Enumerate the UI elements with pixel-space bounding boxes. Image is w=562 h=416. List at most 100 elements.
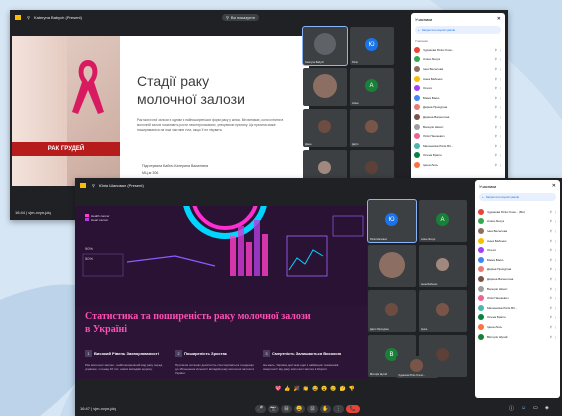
participant-row[interactable]: Анна Бабенко ⚲ ⋮ [411, 74, 505, 84]
reaction-emoji[interactable]: 🤔 [340, 386, 346, 394]
more-options-icon[interactable]: ⋮ [499, 153, 502, 157]
more-options-icon[interactable]: ⋮ [499, 77, 502, 81]
participant-tile[interactable] [368, 245, 416, 287]
tile-avatar [318, 161, 331, 174]
participant-row[interactable]: Олена Брагін ⚲ ⋮ [475, 313, 560, 323]
more-options-icon[interactable]: ⋮ [499, 144, 502, 148]
camera-button[interactable]: 📷 [268, 405, 279, 413]
participant-row[interactable]: Чудакова Юлія Олек... (Ви) ⚲ ⋮ [475, 207, 560, 217]
more-options-icon[interactable]: ⋮ [499, 96, 502, 100]
more-options-icon[interactable]: ⋮ [554, 296, 557, 300]
participant-row[interactable]: Біжна Біжко ⚲ ⋮ [411, 93, 505, 103]
more-options-icon[interactable]: ⋮ [554, 258, 557, 262]
chat-icon[interactable]: ▭ [533, 405, 538, 411]
pin-icon[interactable]: ⚲ [27, 15, 30, 20]
self-view-tile[interactable]: Чудакова Юлія Олекс... [396, 356, 438, 378]
participant-tile[interactable] [303, 68, 347, 106]
participant-row[interactable]: Даріна Прокурінa ⚲ ⋮ [411, 103, 505, 113]
participant-row[interactable]: Ірина Лесь ⚲ ⋮ [411, 160, 505, 170]
participant-row[interactable]: Валерія Шокот ⚲ ⋮ [475, 284, 560, 294]
reaction-emoji[interactable]: 😮 [321, 386, 327, 394]
more-options-icon[interactable]: ⋮ [554, 229, 557, 233]
participant-tile[interactable]: Дар'я [350, 109, 394, 147]
participant-row[interactable]: Дарина Валентина ⚲ ⋮ [475, 274, 560, 284]
mic-icon: ⚲ [494, 86, 497, 91]
present-chip[interactable]: ⚲ Ви показуєте [221, 13, 260, 21]
captions-button[interactable]: ⊟ [281, 405, 292, 413]
tile-avatar [436, 258, 449, 271]
reaction-emoji[interactable]: 🎉 [293, 386, 299, 394]
add-people-button[interactable]: + Запросити користувачів [415, 26, 501, 34]
participant-row[interactable]: Аліна Зінчук ⚲ ⋮ [411, 55, 505, 65]
participant-row[interactable]: Ірина Лесь ⚲ ⋮ [475, 322, 560, 332]
more-options-icon[interactable]: ⋮ [554, 325, 557, 329]
mic-button[interactable]: 🎤 [255, 405, 266, 413]
more-options-icon[interactable]: ⋮ [499, 125, 502, 129]
participant-row[interactable]: Валерія Шокот ⚲ ⋮ [411, 122, 505, 132]
participant-tile[interactable]: Дар'я Прокурінa [368, 290, 416, 332]
participant-tile[interactable]: А Аліна [350, 68, 394, 106]
participant-row[interactable]: Аліна Зінчук ⚲ ⋮ [475, 217, 560, 227]
reaction-emoji[interactable]: 👏 [303, 386, 309, 394]
more-options-icon[interactable]: ⋮ [554, 287, 557, 291]
participant-tile[interactable]: Анна Бабенко [419, 245, 467, 287]
more-options-icon[interactable]: ⋮ [499, 86, 502, 90]
participant-tile[interactable]: Ю Юлія Шаповал [367, 199, 417, 243]
reaction-emoji[interactable]: 👎 [349, 386, 355, 394]
more-options-icon[interactable]: ⋮ [499, 67, 502, 71]
participant-row[interactable]: Олеся ⚲ ⋮ [475, 245, 560, 255]
mic-icon: ⚲ [494, 76, 497, 81]
emoji-button[interactable]: 😀 [294, 405, 305, 413]
more-options-icon[interactable]: ⋮ [499, 48, 502, 52]
info-icon[interactable]: ⓘ [509, 405, 514, 412]
participant-tile[interactable]: А Аліна Зінчук [419, 200, 467, 242]
people-icon[interactable]: ☺ [521, 405, 526, 411]
reaction-emoji[interactable]: 💖 [275, 386, 281, 394]
leave-call-button[interactable]: 📞 [346, 405, 360, 413]
more-options-icon[interactable]: ⋮ [499, 115, 502, 119]
reaction-emoji[interactable]: 😢 [330, 386, 336, 394]
participant-row[interactable]: Даріна Прокурінa ⚲ ⋮ [475, 265, 560, 275]
participant-tile[interactable]: Ю Юлія [350, 27, 394, 65]
add-people-button[interactable]: + Запросити користувачів [479, 193, 556, 201]
more-options-icon[interactable]: ⋮ [499, 57, 502, 61]
more-options-icon[interactable]: ⋮ [554, 239, 557, 243]
participant-tile[interactable]: Діана [303, 109, 347, 147]
more-options-icon[interactable]: ⋮ [554, 335, 557, 339]
more-options-button[interactable]: ⋮ [333, 405, 344, 413]
more-options-icon[interactable]: ⋮ [554, 219, 557, 223]
participant-row[interactable]: Олеся ⚲ ⋮ [411, 83, 505, 93]
reaction-emoji[interactable]: 😂 [312, 386, 318, 394]
pin-icon[interactable]: ⚲ [92, 183, 95, 188]
participant-row[interactable]: Лілія Пашкевич ⚲ ⋮ [475, 293, 560, 303]
activities-icon[interactable]: ◈ [545, 405, 549, 411]
more-options-icon[interactable]: ⋮ [554, 248, 557, 252]
participant-tile[interactable]: Ірина [419, 290, 467, 332]
participant-row[interactable]: Дарина Валентина ⚲ ⋮ [411, 112, 505, 122]
participant-row[interactable]: Вікторія Шугай ⚲ ⋮ [475, 332, 560, 342]
more-options-icon[interactable]: ⋮ [554, 315, 557, 319]
participant-row[interactable]: Чудакова Юлія Олек... ⚲ ⋮ [411, 45, 505, 55]
participant-avatar [478, 247, 484, 254]
more-options-icon[interactable]: ⋮ [499, 134, 502, 138]
more-options-icon[interactable]: ⋮ [554, 306, 557, 310]
more-options-icon[interactable]: ⋮ [499, 105, 502, 109]
participant-row[interactable]: Інна Веселова ⚲ ⋮ [475, 226, 560, 236]
raise-hand-button[interactable]: ✋ [320, 405, 331, 413]
participant-row[interactable]: Олена Брагін ⚲ ⋮ [411, 151, 505, 161]
close-icon[interactable]: ✕ [497, 16, 501, 22]
participant-row[interactable]: Анна Бабенко ⚲ ⋮ [475, 236, 560, 246]
participant-row[interactable]: Інна Веселова ⚲ ⋮ [411, 64, 505, 74]
present-button[interactable]: ⊡ [307, 405, 318, 413]
participant-tile[interactable]: Kateryna Babych [302, 26, 348, 66]
participant-row[interactable]: Біжна Біжко ⚲ ⋮ [475, 255, 560, 265]
more-options-icon[interactable]: ⋮ [554, 267, 557, 271]
more-options-icon[interactable]: ⋮ [499, 163, 502, 167]
participant-row[interactable]: Лілія Пашкевич ⚲ ⋮ [411, 131, 505, 141]
close-icon[interactable]: ✕ [552, 183, 556, 189]
more-options-icon[interactable]: ⋮ [554, 277, 557, 281]
more-options-icon[interactable]: ⋮ [554, 210, 557, 214]
participant-row[interactable]: Маленкова Юлія Віт... ⚲ ⋮ [475, 303, 560, 313]
reaction-emoji[interactable]: 👍 [284, 386, 290, 394]
participant-row[interactable]: Маленкова Юлія Віт... ⚲ ⋮ [411, 141, 505, 151]
